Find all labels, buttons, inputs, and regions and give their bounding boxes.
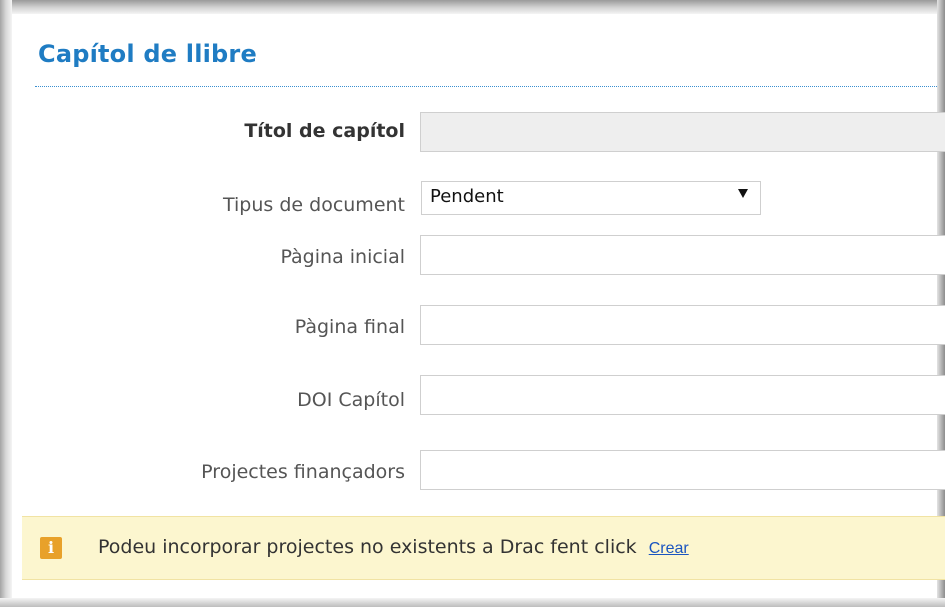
document-type-label: Tipus de document — [223, 194, 405, 216]
end-page-input[interactable] — [420, 305, 945, 345]
document-type-select[interactable]: Pendent — [421, 181, 761, 215]
info-icon: i — [40, 537, 62, 559]
panel-shadow-left — [0, 0, 12, 607]
section-title: Capítol de llibre — [38, 40, 257, 68]
info-notice: i Podeu incorporar projectes no existent… — [22, 516, 945, 580]
doi-label: DOI Capítol — [297, 389, 405, 411]
title-divider — [35, 86, 937, 87]
funding-projects-input[interactable] — [420, 450, 945, 490]
end-page-label: Pàgina final — [294, 316, 405, 338]
notice-message: Podeu incorporar projectes no existents … — [98, 536, 689, 558]
panel-shadow-bottom — [0, 598, 945, 607]
chapter-title-input[interactable] — [420, 112, 945, 152]
create-project-link[interactable]: Crear — [649, 540, 689, 557]
funding-projects-label: Projectes finançadors — [201, 461, 405, 483]
start-page-label: Pàgina inicial — [280, 246, 405, 268]
document-type-selected: Pendent — [430, 186, 504, 207]
start-page-input[interactable] — [420, 235, 945, 275]
doi-input[interactable] — [420, 375, 945, 415]
chapter-title-label: Títol de capítol — [244, 120, 405, 142]
dropdown-arrow-icon — [738, 189, 748, 198]
notice-text: Podeu incorporar projectes no existents … — [98, 536, 637, 558]
form-panel: Capítol de llibre Títol de capítol Tipus… — [0, 0, 945, 607]
panel-shadow-top — [0, 0, 945, 14]
